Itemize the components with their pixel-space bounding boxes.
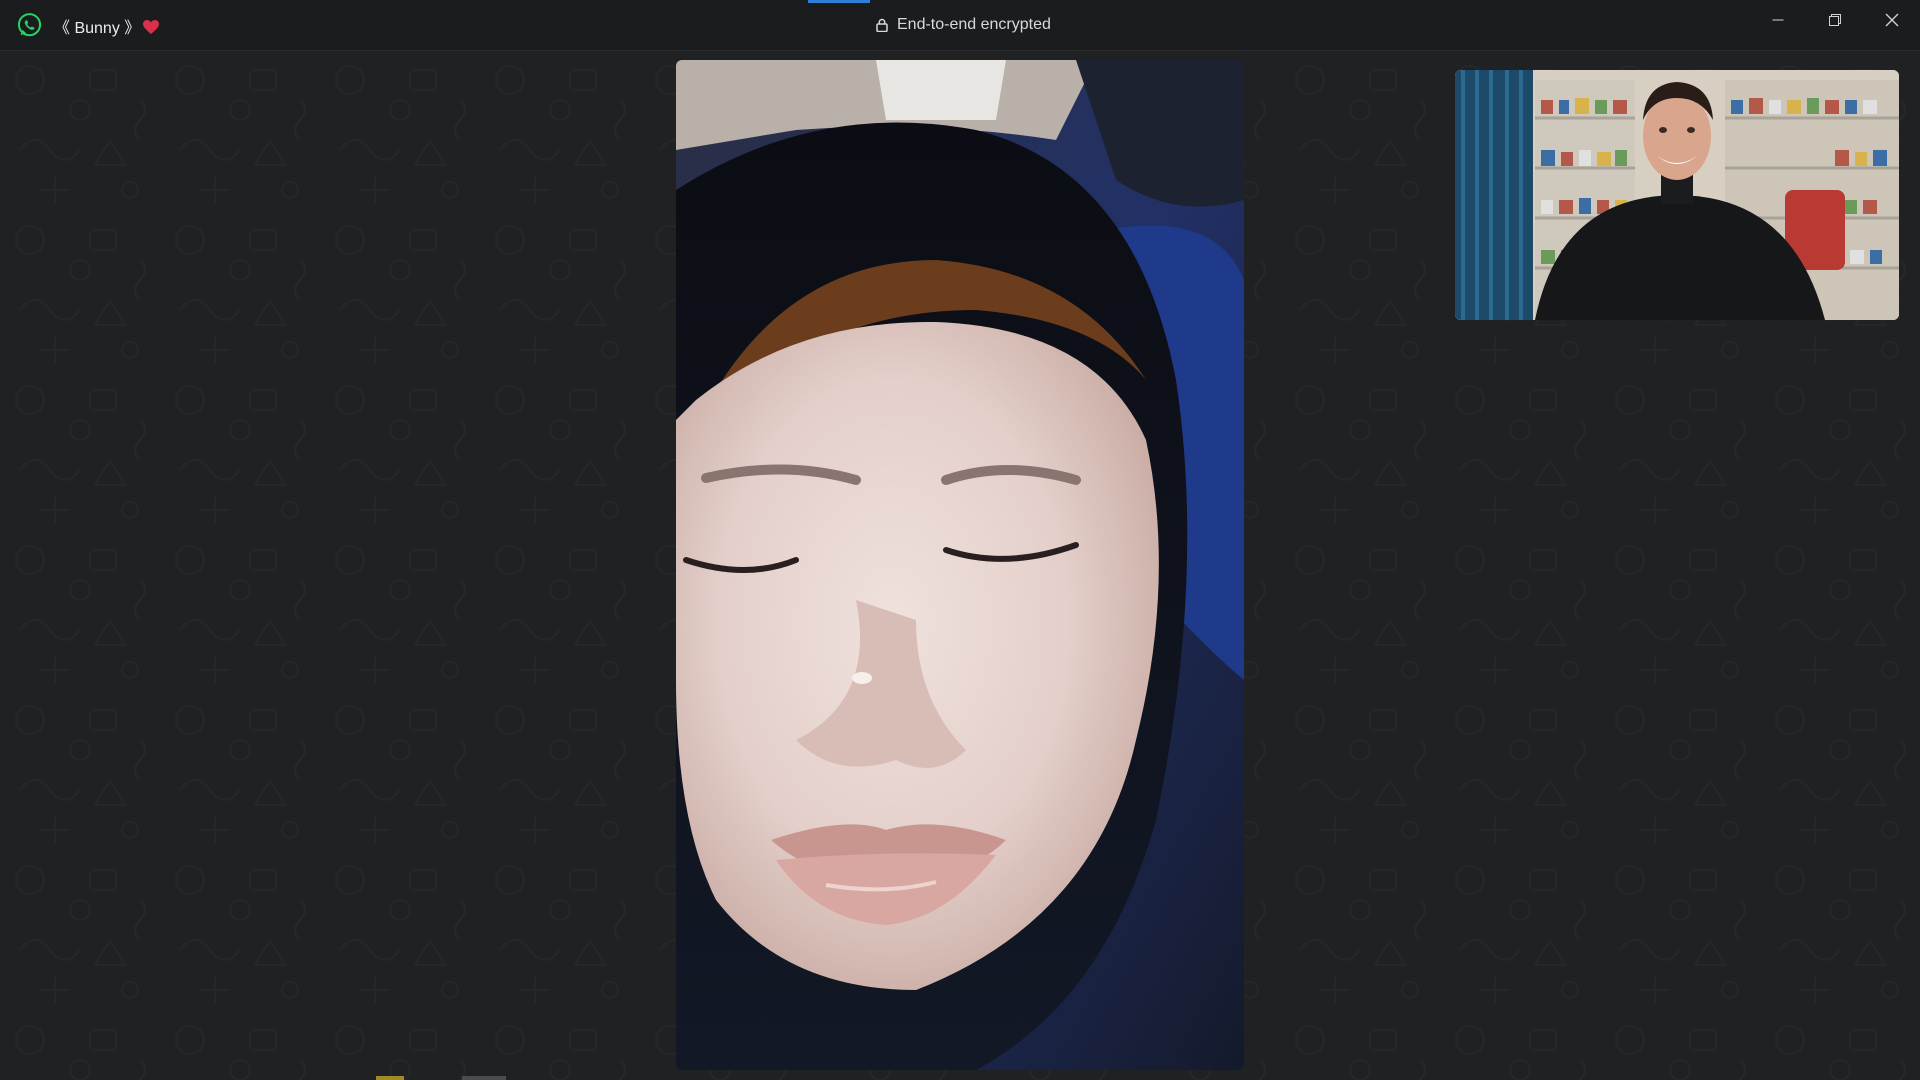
contact-name: 《 Bunny 》 bbox=[54, 14, 160, 38]
remote-video-image bbox=[676, 60, 1244, 1070]
title-bar: 《 Bunny 》 End-to-end encrypted bbox=[0, 0, 1920, 51]
lock-icon bbox=[876, 18, 888, 32]
heart-icon bbox=[143, 20, 160, 34]
minimize-button[interactable] bbox=[1749, 0, 1806, 40]
restore-icon bbox=[1828, 14, 1841, 26]
whatsapp-icon bbox=[17, 13, 42, 37]
close-button[interactable] bbox=[1863, 0, 1920, 40]
remote-video-feed[interactable] bbox=[676, 60, 1244, 1070]
restore-button[interactable] bbox=[1806, 0, 1863, 40]
minimize-icon bbox=[1772, 19, 1783, 21]
encryption-label: End-to-end encrypted bbox=[897, 16, 1051, 33]
taskbar-peek bbox=[376, 1076, 506, 1080]
self-video-image bbox=[1455, 70, 1899, 320]
contact-name-text: 《 Bunny 》 bbox=[54, 20, 141, 37]
call-window: 《 Bunny 》 End-to-end encrypted bbox=[0, 0, 1920, 1080]
close-icon bbox=[1885, 13, 1898, 27]
encryption-status: End-to-end encrypted bbox=[876, 16, 1051, 34]
window-controls bbox=[1749, 0, 1920, 40]
active-tab-indicator bbox=[808, 0, 870, 3]
self-video-preview[interactable] bbox=[1455, 70, 1899, 320]
